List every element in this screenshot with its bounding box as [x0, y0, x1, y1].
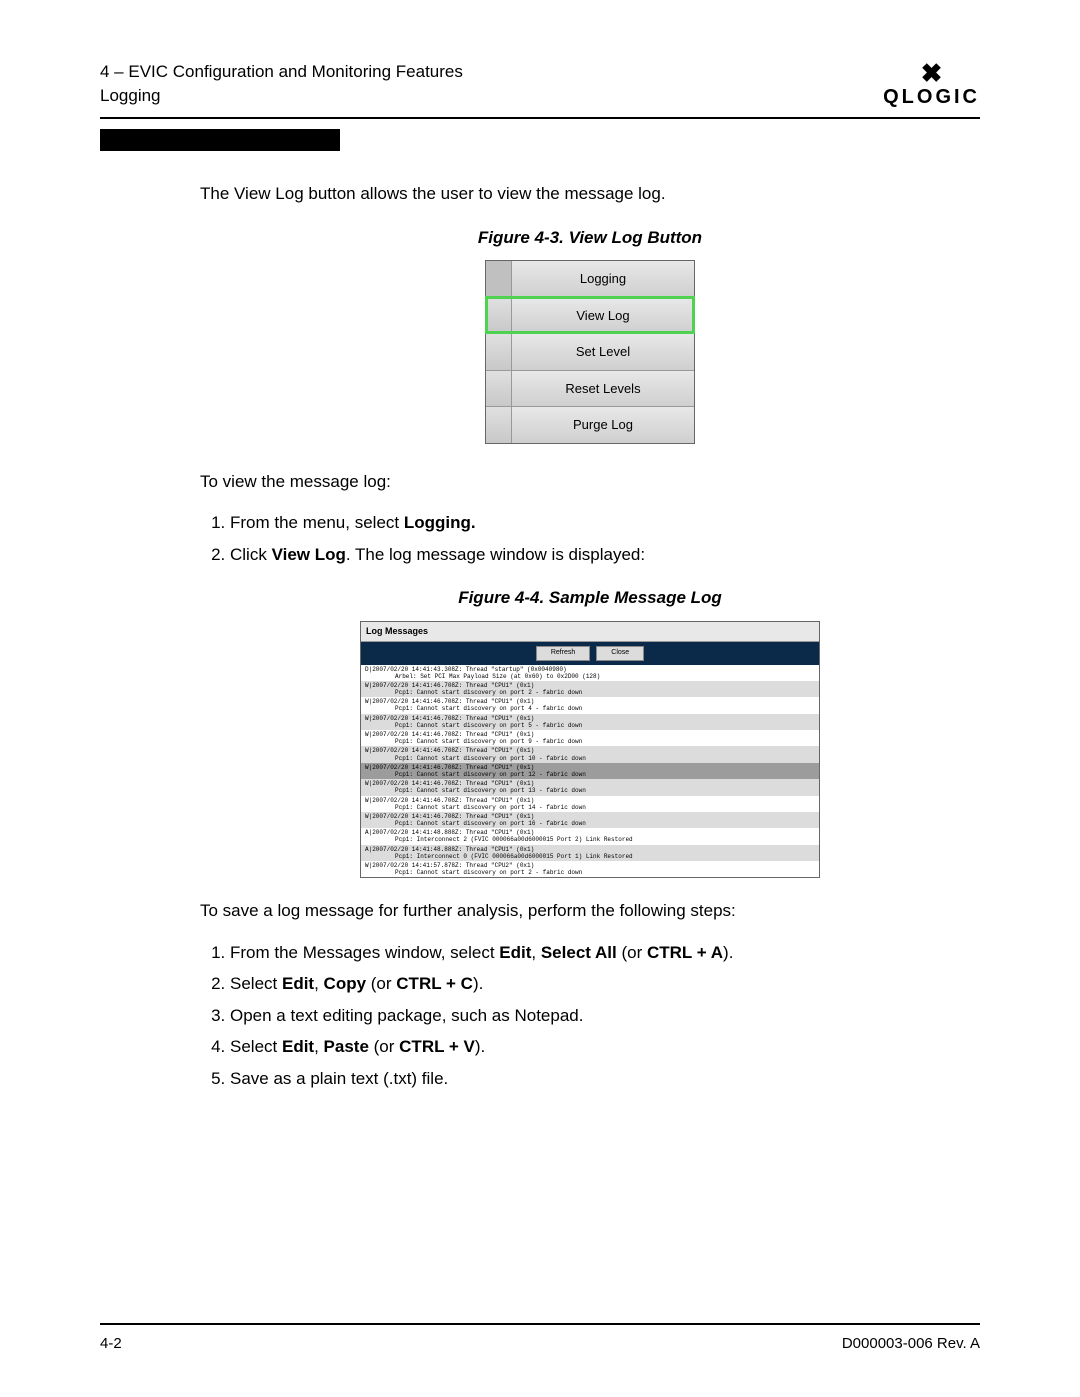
list-item: Open a text editing package, such as Not… [230, 1003, 980, 1029]
list-item: Select Edit, Paste (or CTRL + V). [230, 1034, 980, 1060]
section-title: Logging [100, 84, 463, 108]
log-entry: W|2007/02/20 14:41:46.708Z: Thread "CPU1… [361, 714, 819, 730]
menu-handle-icon [486, 371, 512, 407]
intro-text: The View Log button allows the user to v… [200, 181, 980, 207]
list-item: Select Edit, Copy (or CTRL + C). [230, 971, 980, 997]
logging-menu-figure: Logging View Log Set Level Reset Levels … [485, 260, 695, 444]
to-view-text: To view the message log: [200, 469, 980, 495]
figure-4-4-caption: Figure 4-4. Sample Message Log [200, 585, 980, 611]
chapter-title: 4 – EVIC Configuration and Monitoring Fe… [100, 60, 463, 84]
menu-item-logging[interactable]: Logging [486, 261, 694, 297]
menu-handle-icon [486, 407, 512, 443]
list-item: Click View Log. The log message window i… [230, 542, 980, 568]
view-steps-list: From the menu, select Logging. Click Vie… [230, 510, 980, 567]
doc-revision: D000003-006 Rev. A [842, 1335, 980, 1352]
menu-label: View Log [512, 298, 694, 334]
log-window-title: Log Messages [361, 622, 819, 643]
log-body: D|2007/02/20 14:41:43.308Z: Thread "star… [361, 665, 819, 878]
brand-text: QLOGIC [883, 86, 980, 109]
menu-label: Logging [512, 261, 694, 297]
log-messages-window: Log Messages Refresh Close D|2007/02/20 … [360, 621, 820, 879]
page-footer: 4-2 D000003-006 Rev. A [100, 1323, 980, 1352]
list-item: From the menu, select Logging. [230, 510, 980, 536]
menu-handle-icon [486, 261, 512, 297]
log-entry: W|2007/02/20 14:41:46.708Z: Thread "CPU1… [361, 779, 819, 795]
list-item: Save as a plain text (.txt) file. [230, 1066, 980, 1092]
log-entry: W|2007/02/20 14:41:46.708Z: Thread "CPU1… [361, 763, 819, 779]
figure-4-3-caption: Figure 4-3. View Log Button [200, 225, 980, 251]
log-entry: W|2007/02/20 14:41:46.708Z: Thread "CPU1… [361, 796, 819, 812]
page-number: 4-2 [100, 1335, 122, 1352]
close-button[interactable]: Close [596, 646, 644, 661]
page-header: 4 – EVIC Configuration and Monitoring Fe… [100, 60, 980, 119]
save-steps-list: From the Messages window, select Edit, S… [230, 940, 980, 1092]
log-entry: W|2007/02/20 14:41:57.878Z: Thread "CPU2… [361, 861, 819, 877]
log-entry: D|2007/02/20 14:41:43.308Z: Thread "star… [361, 665, 819, 681]
menu-item-set-level[interactable]: Set Level [486, 333, 694, 370]
menu-item-purge-log[interactable]: Purge Log [486, 406, 694, 443]
log-entry: W|2007/02/20 14:41:46.708Z: Thread "CPU1… [361, 812, 819, 828]
log-entry: W|2007/02/20 14:41:46.708Z: Thread "CPU1… [361, 697, 819, 713]
list-item: From the Messages window, select Edit, S… [230, 940, 980, 966]
to-save-text: To save a log message for further analys… [200, 898, 980, 924]
brand-logo: ✖ QLOGIC [883, 60, 980, 109]
menu-item-reset-levels[interactable]: Reset Levels [486, 370, 694, 407]
log-entry: W|2007/02/20 14:41:46.708Z: Thread "CPU1… [361, 746, 819, 762]
logo-icon: ✖ [883, 60, 980, 86]
menu-label: Set Level [512, 334, 694, 370]
log-entry: W|2007/02/20 14:41:46.708Z: Thread "CPU1… [361, 730, 819, 746]
menu-label: Reset Levels [512, 371, 694, 407]
menu-item-view-log[interactable]: View Log [486, 297, 694, 334]
redaction-bar [100, 129, 340, 151]
log-entry: A|2007/02/20 14:41:48.888Z: Thread "CPU1… [361, 845, 819, 861]
menu-handle-icon [486, 298, 512, 334]
refresh-button[interactable]: Refresh [536, 646, 591, 661]
log-toolbar: Refresh Close [361, 642, 819, 665]
menu-label: Purge Log [512, 407, 694, 443]
menu-handle-icon [486, 334, 512, 370]
log-entry: A|2007/02/20 14:41:48.888Z: Thread "CPU1… [361, 828, 819, 844]
log-entry: W|2007/02/20 14:41:46.708Z: Thread "CPU1… [361, 681, 819, 697]
